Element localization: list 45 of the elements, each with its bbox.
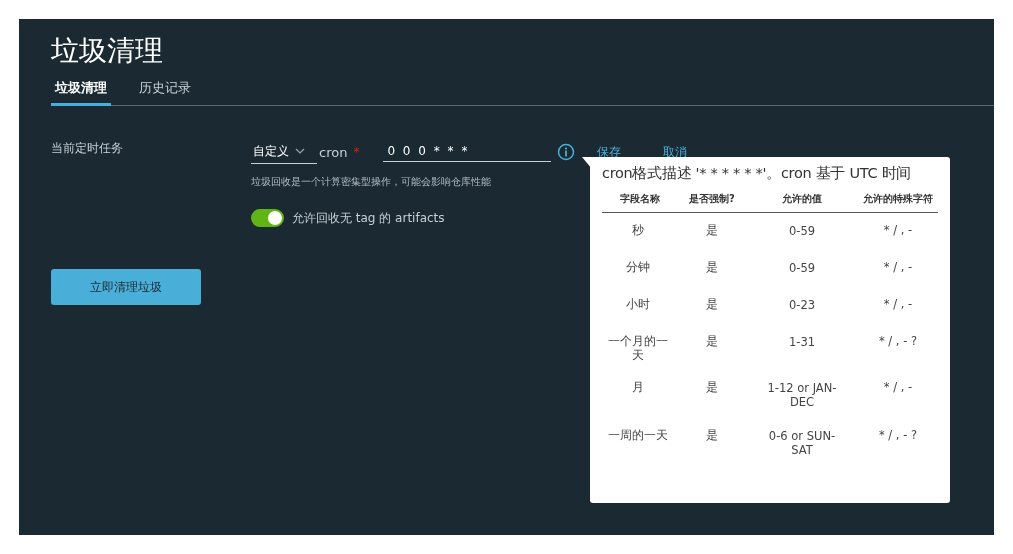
table-cell-text: 月	[631, 379, 645, 396]
table-cell: 是	[678, 212, 746, 250]
table-cell-text: * / , -	[882, 259, 914, 276]
table-cell: 秒	[602, 212, 678, 250]
table-cell-text: 是	[705, 427, 719, 444]
table-cell-text: 0-59	[787, 260, 817, 277]
tooltip-title: cron格式描述 '* * * * * *'。cron 基于 UTC 时间	[602, 164, 912, 183]
save-link[interactable]: 保存	[597, 143, 622, 161]
mode-select[interactable]: 自定义	[251, 140, 317, 164]
table-cell-text: 一个月的一天	[607, 333, 669, 364]
column-header: 是否强制?	[678, 191, 746, 213]
tab[interactable]: 垃圾清理	[51, 77, 111, 106]
hint-text: 垃圾回收是一个计算密集型操作，可能会影响仓库性能	[251, 176, 492, 189]
table-cell-text: 是	[705, 333, 719, 350]
table-cell-text: 分钟	[625, 259, 651, 276]
column-header: 允许的特殊字符	[858, 191, 938, 213]
field-label: 当前定时任务	[51, 140, 124, 157]
table-cell-text: 是	[705, 259, 719, 276]
required-mark: *	[353, 145, 360, 159]
run-cleanup-button[interactable]: 立即清理垃圾	[51, 269, 201, 305]
table-cell-text: 是	[705, 379, 719, 396]
cancel-link[interactable]: 取消	[663, 143, 688, 161]
table-cell-text: * / , -	[882, 296, 914, 313]
table-cell: 0-59	[746, 212, 858, 250]
table-cell-text: 一周的一天	[607, 427, 669, 444]
toggle-switch[interactable]	[251, 209, 284, 227]
cron-input[interactable]: 0 0 0 * * *	[383, 142, 552, 162]
tab[interactable]: 历史记录	[135, 77, 195, 106]
column-header: 允许的值	[746, 191, 858, 213]
cron-label: cron	[319, 144, 348, 160]
toggle-label: 允许回收无 tag 的 artifacts	[292, 209, 445, 227]
column-header: 字段名称	[602, 191, 678, 213]
table-cell-text: 1-12 or JAN-DEC	[766, 380, 838, 411]
info-icon[interactable]	[557, 143, 576, 161]
table-cell-text: * / , -	[882, 379, 914, 396]
table-cell-text: 1-31	[787, 334, 817, 351]
table-cell: * / , -	[858, 212, 938, 250]
table-cell-text: 0-23	[787, 297, 817, 314]
table-cell-text: * / , - ?	[877, 427, 919, 444]
table-cell-text: 是	[705, 296, 719, 313]
table-cell-text: 小时	[625, 296, 651, 313]
table-cell-text: 0-6 or SUN-SAT	[767, 428, 837, 459]
page-title: 垃圾清理	[51, 33, 164, 69]
chevron-icon	[295, 148, 305, 154]
table-cell-text: * / , - ?	[877, 333, 919, 350]
